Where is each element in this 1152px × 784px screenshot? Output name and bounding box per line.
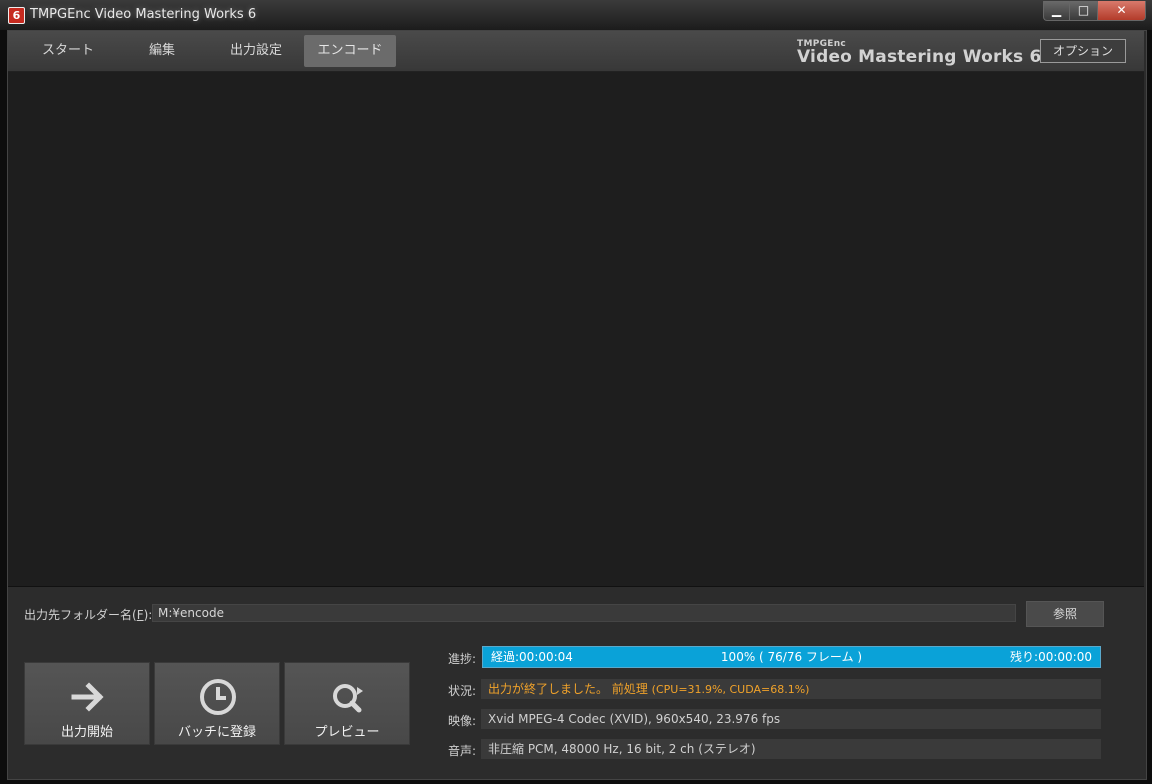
tab-edit[interactable]: 編集 (118, 35, 206, 67)
preview-button[interactable]: プレビュー (284, 662, 410, 745)
remaining-time: 残り:00:00:00 (1010, 650, 1092, 664)
progress-frames: 100% ( 76/76 フレーム ) (720, 650, 863, 664)
window-title: TMPGEnc Video Mastering Works 6 (30, 7, 257, 22)
clock-icon (200, 679, 236, 715)
minimize-button[interactable]: ▁ (1043, 1, 1070, 21)
options-button[interactable]: オプション (1040, 39, 1126, 63)
add-to-batch-button[interactable]: バッチに登録 (154, 662, 280, 745)
video-info: Xvid MPEG-4 Codec (XVID), 960x540, 23.97… (481, 709, 1101, 729)
progress-bar: 経過:00:00:04 100% ( 76/76 フレーム ) 残り:00:00… (482, 646, 1101, 668)
preview-label: プレビュー (314, 725, 380, 740)
folder-label-pre: 出力先フォルダー名( (24, 608, 137, 622)
brand-logo: Video Mastering Works 6 (797, 47, 1042, 67)
audio-info: 非圧縮 PCM, 48000 Hz, 16 bit, 2 ch (ステレオ) (481, 739, 1101, 759)
app-icon: 6 (8, 7, 25, 24)
start-output-label: 出力開始 (60, 725, 113, 740)
add-to-batch-label: バッチに登録 (177, 725, 256, 740)
audio-label: 音声: (448, 744, 477, 758)
video-label: 映像: (448, 714, 477, 728)
status-field: 出力が終了しました。 前処理 (CPU=31.9%, CUDA=68.1%) (481, 679, 1101, 699)
start-output-button[interactable]: 出力開始 (24, 662, 150, 745)
tab-output-settings[interactable]: 出力設定 (211, 35, 301, 67)
status-label: 状況: (448, 684, 477, 698)
preview-magnifier-icon (333, 684, 363, 713)
status-message: 出力が終了しました。 前処理 (488, 682, 648, 696)
maximize-button[interactable]: □ (1069, 1, 1098, 21)
tab-encode[interactable]: エンコード (304, 35, 396, 67)
output-folder-label: 出力先フォルダー名(F): (24, 606, 152, 623)
nav-bar: スタート 編集 出力設定 エンコード TMPGEnc Video Masteri… (8, 31, 1144, 72)
folder-label-accesskey: F (136, 608, 144, 622)
preview-area (8, 72, 1144, 587)
title-bar: 6 TMPGEnc Video Mastering Works 6 ▁ □ ✕ (0, 0, 1152, 30)
browse-button[interactable]: 参照 (1026, 601, 1104, 627)
close-button[interactable]: ✕ (1097, 1, 1146, 21)
status-detail: (CPU=31.9%, CUDA=68.1%) (651, 683, 810, 696)
progress-label: 進捗: (448, 652, 477, 666)
output-folder-input[interactable] (152, 604, 1016, 622)
arrow-right-icon (71, 682, 104, 712)
tab-start[interactable]: スタート (24, 35, 112, 67)
